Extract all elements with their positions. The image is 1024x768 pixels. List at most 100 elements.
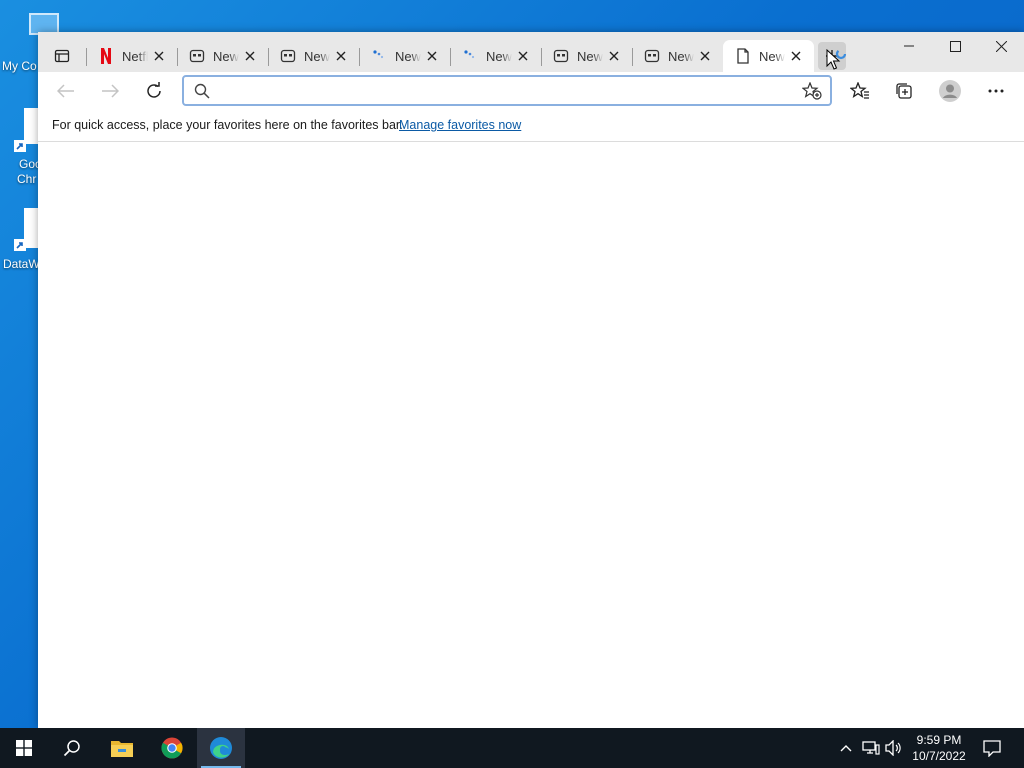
tab-new-tab[interactable]: New: [632, 40, 723, 72]
action-center-button[interactable]: [982, 738, 1002, 758]
chrome-icon: [161, 737, 183, 759]
maximize-icon: [949, 40, 961, 52]
chevron-up-icon: [840, 745, 852, 752]
close-icon: [427, 51, 437, 61]
close-icon: [518, 51, 528, 61]
collections-icon: [896, 83, 912, 99]
desktop-icon-my-computer[interactable]: My Co: [0, 10, 59, 74]
page-content: [38, 142, 1024, 728]
tab-close-button[interactable]: [697, 48, 713, 64]
newtab-grid-icon: [644, 48, 660, 64]
forward-button[interactable]: [95, 76, 125, 106]
arrow-right-icon: [102, 84, 119, 98]
favorites-star-icon: [850, 82, 869, 99]
more-dots-icon: [988, 89, 1004, 93]
taskbar-chrome[interactable]: [148, 728, 196, 768]
tab-title: New: [486, 48, 512, 64]
browser-window: Netfl New New New New New New New For qu…: [38, 32, 1024, 728]
tab-separator: [359, 48, 360, 66]
windows-start-icon: [16, 740, 32, 756]
profile-button[interactable]: [935, 76, 965, 106]
tab-title: New: [668, 48, 694, 64]
title-bar: Netfl New New New New New New New: [38, 32, 1024, 72]
mouse-cursor-busy-icon: [826, 49, 847, 70]
navigation-toolbar: [38, 72, 1024, 110]
tab-close-button[interactable]: [333, 48, 349, 64]
maximize-button[interactable]: [932, 32, 978, 60]
show-hidden-icons-button[interactable]: [836, 738, 856, 758]
taskbar: 9:59 PM 10/7/2022: [0, 728, 1024, 768]
tab-new-tab[interactable]: New: [268, 40, 359, 72]
tab-netflix[interactable]: Netfl: [86, 40, 177, 72]
address-input[interactable]: [218, 80, 788, 102]
add-favorite-icon[interactable]: [802, 82, 822, 100]
tab-close-button[interactable]: [242, 48, 258, 64]
tab-new-tab[interactable]: New: [177, 40, 268, 72]
newtab-grid-icon: [553, 48, 569, 64]
close-icon: [336, 51, 346, 61]
tab-title: New: [395, 48, 421, 64]
edge-icon: [210, 737, 232, 759]
taskbar-search-button[interactable]: [48, 728, 96, 768]
tab-close-button[interactable]: [788, 48, 804, 64]
close-icon: [791, 51, 801, 61]
newtab-grid-icon: [189, 48, 205, 64]
desktop-icon-google-chrome[interactable]: Goo Chr: [0, 108, 42, 188]
start-button[interactable]: [0, 728, 48, 768]
tab-new-tab[interactable]: New: [541, 40, 632, 72]
desktop-icon-label: DataW: [3, 257, 40, 271]
tab-separator: [541, 48, 542, 66]
taskbar-clock[interactable]: 9:59 PM 10/7/2022: [900, 732, 978, 764]
close-window-button[interactable]: [978, 32, 1024, 60]
tab-title: Netfl: [122, 48, 148, 64]
tab-separator: [450, 48, 451, 66]
loading-dots-icon: [462, 48, 478, 64]
tab-actions-button[interactable]: [52, 46, 72, 66]
manage-favorites-link[interactable]: Manage favorites now: [399, 118, 521, 132]
shortcut-arrow-icon: [14, 239, 26, 251]
minimize-button[interactable]: [886, 32, 932, 60]
refresh-button[interactable]: [139, 76, 169, 106]
tab-actions-icon: [54, 49, 70, 63]
network-icon: [862, 741, 880, 755]
close-icon: [245, 51, 255, 61]
file-explorer-icon: [111, 741, 133, 757]
tab-new-tab-loading[interactable]: New: [450, 40, 541, 72]
netflix-icon: [98, 48, 114, 64]
taskbar-file-explorer[interactable]: [98, 728, 146, 768]
close-icon: [154, 51, 164, 61]
shortcut-file-icon: [24, 208, 38, 248]
tab-title: New: [213, 48, 239, 64]
tab-separator: [177, 48, 178, 66]
favorites-button[interactable]: [845, 76, 875, 106]
close-icon: [609, 51, 619, 61]
notification-icon: [983, 740, 1001, 757]
collections-button[interactable]: [889, 76, 919, 106]
newtab-grid-icon: [280, 48, 296, 64]
close-icon: [700, 51, 710, 61]
network-button[interactable]: [861, 738, 881, 758]
address-bar[interactable]: [182, 75, 832, 106]
shortcut-arrow-icon: [14, 140, 26, 152]
favorites-bar-message: For quick access, place your favorites h…: [52, 118, 403, 132]
tab-close-button[interactable]: [151, 48, 167, 64]
search-icon: [63, 740, 80, 757]
settings-more-button[interactable]: [981, 76, 1011, 106]
clock-time: 9:59 PM: [916, 733, 962, 747]
tab-close-button[interactable]: [515, 48, 531, 64]
desktop-icon-dataw[interactable]: DataW: [0, 208, 40, 272]
avatar-icon: [939, 80, 961, 102]
tab-separator: [632, 48, 633, 66]
tab-close-button[interactable]: [424, 48, 440, 64]
tab-new-tab-loading[interactable]: New: [359, 40, 450, 72]
taskbar-edge[interactable]: [197, 728, 245, 768]
back-button[interactable]: [51, 76, 81, 106]
tab-title: New: [304, 48, 330, 64]
tab-title: New: [759, 48, 785, 64]
favorites-bar: For quick access, place your favorites h…: [38, 110, 1024, 142]
tab-title: New: [577, 48, 603, 64]
desktop-icon-label-line2: Chr: [17, 172, 37, 186]
tab-separator: [86, 48, 87, 66]
tab-new-tab-active[interactable]: New: [723, 40, 814, 72]
tab-close-button[interactable]: [606, 48, 622, 64]
